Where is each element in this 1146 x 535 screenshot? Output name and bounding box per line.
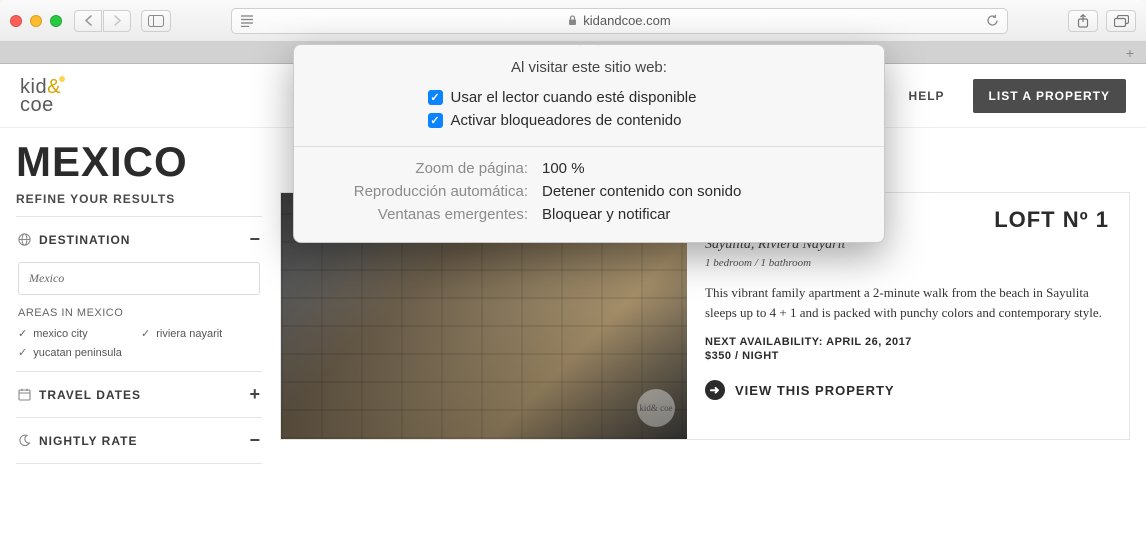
destination-input[interactable]: Mexico: [18, 262, 260, 295]
checkbox-checked-icon[interactable]: ✓: [428, 113, 443, 128]
refine-label: REFINE YOUR RESULTS: [16, 192, 262, 206]
top-nav: N UP HELP LIST A PROPERTY: [848, 79, 1126, 113]
areas-list: ✓mexico city ✓riviera nayarit ✓yucatan p…: [18, 327, 260, 359]
popover-row-key: Zoom de página:: [318, 160, 528, 177]
address-bar[interactable]: kidandcoe.com: [231, 8, 1008, 34]
popover-check-reader[interactable]: ✓ Usar el lector cuando esté disponible: [294, 86, 884, 109]
popover-check-label: Usar el lector cuando esté disponible: [451, 89, 751, 106]
calendar-icon: [18, 388, 31, 401]
window-controls: [10, 15, 62, 27]
reload-button[interactable]: [986, 14, 999, 27]
popover-row-key: Reproducción automática:: [318, 183, 528, 200]
nav-button-group: [74, 10, 131, 32]
area-item[interactable]: ✓yucatan peninsula: [18, 346, 137, 359]
popover-row-key: Ventanas emergentes:: [318, 206, 528, 223]
close-window-button[interactable]: [10, 15, 22, 27]
checkmark-icon: ✓: [18, 346, 27, 359]
popover-row-value: Bloquear y notificar: [542, 206, 860, 223]
popover-row-autoplay[interactable]: Reproducción automática: Detener conteni…: [318, 180, 860, 203]
checkmark-icon: ✓: [141, 327, 150, 340]
facet-destination-header[interactable]: DESTINATION −: [18, 229, 260, 250]
listing-description: This vibrant family apartment a 2-minute…: [705, 283, 1111, 322]
listing-price: $350 / NIGHT: [705, 350, 1111, 362]
new-tab-button[interactable]: +: [1118, 44, 1142, 62]
page-title: MEXICO: [16, 138, 262, 186]
view-property-label: VIEW THIS PROPERTY: [735, 383, 895, 398]
website-settings-popover: Al visitar este sitio web: ✓ Usar el lec…: [293, 44, 885, 243]
area-item[interactable]: ✓mexico city: [18, 327, 137, 340]
expand-icon[interactable]: +: [249, 384, 260, 405]
site-logo[interactable]: kid& coe: [20, 78, 61, 114]
tabs-button[interactable]: [1106, 10, 1136, 32]
facet-nightly-rate-label: NIGHTLY RATE: [39, 434, 137, 448]
view-property-link[interactable]: ➜ VIEW THIS PROPERTY: [705, 380, 1111, 400]
logo-line2: coe: [20, 94, 54, 116]
collapse-icon[interactable]: −: [249, 229, 260, 250]
collapse-icon[interactable]: −: [249, 430, 260, 451]
facet-destination: DESTINATION − Mexico AREAS IN MEXICO ✓me…: [16, 216, 262, 372]
popover-row-value: 100 %: [542, 160, 860, 177]
reader-mode-icon[interactable]: [240, 15, 254, 27]
image-logo-badge: kid& coe: [637, 389, 675, 427]
facet-travel-dates-label: TRAVEL DATES: [39, 388, 141, 402]
checkmark-icon: ✓: [18, 327, 27, 340]
url-domain: kidandcoe.com: [583, 13, 670, 28]
fullscreen-window-button[interactable]: [50, 15, 62, 27]
popover-checks: ✓ Usar el lector cuando esté disponible …: [294, 86, 884, 146]
back-button[interactable]: [74, 10, 102, 32]
forward-button[interactable]: [103, 10, 131, 32]
popover-row-value: Detener contenido con sonido: [542, 183, 860, 200]
popover-row-popups[interactable]: Ventanas emergentes: Bloquear y notifica…: [318, 203, 860, 226]
facet-travel-dates: TRAVEL DATES +: [16, 372, 262, 418]
facet-travel-dates-header[interactable]: TRAVEL DATES +: [18, 384, 260, 405]
browser-toolbar: kidandcoe.com: [0, 0, 1146, 42]
toolbar-right-group: [1068, 10, 1136, 32]
facet-nightly-rate-header[interactable]: NIGHTLY RATE −: [18, 430, 260, 451]
area-item[interactable]: ✓riviera nayarit: [141, 327, 260, 340]
sidebar-toggle-button[interactable]: [141, 10, 171, 32]
facet-destination-label: DESTINATION: [39, 233, 130, 247]
nav-help[interactable]: HELP: [909, 89, 945, 103]
share-button[interactable]: [1068, 10, 1098, 32]
popover-settings-grid: Zoom de página: 100 % Reproducción autom…: [294, 147, 884, 242]
listing-availability: NEXT AVAILABILITY: APRIL 26, 2017: [705, 336, 1111, 348]
popover-check-label: Activar bloqueadores de contenido: [451, 112, 751, 129]
lock-icon: [568, 15, 577, 26]
facet-nightly-rate: NIGHTLY RATE −: [16, 418, 262, 464]
popover-check-content-blockers[interactable]: ✓ Activar bloqueadores de contenido: [294, 109, 884, 132]
moon-icon: [18, 434, 31, 447]
arrow-right-icon: ➜: [705, 380, 725, 400]
globe-icon: [18, 233, 31, 246]
popover-row-zoom[interactable]: Zoom de página: 100 %: [318, 157, 860, 180]
checkbox-checked-icon[interactable]: ✓: [428, 90, 443, 105]
areas-label: AREAS IN MEXICO: [18, 307, 260, 319]
filters-column: MEXICO REFINE YOUR RESULTS DESTINATION −…: [16, 128, 262, 535]
listing-rooms: 1 bedroom / 1 bathroom: [705, 257, 1111, 269]
minimize-window-button[interactable]: [30, 15, 42, 27]
list-property-button[interactable]: LIST A PROPERTY: [973, 79, 1126, 113]
